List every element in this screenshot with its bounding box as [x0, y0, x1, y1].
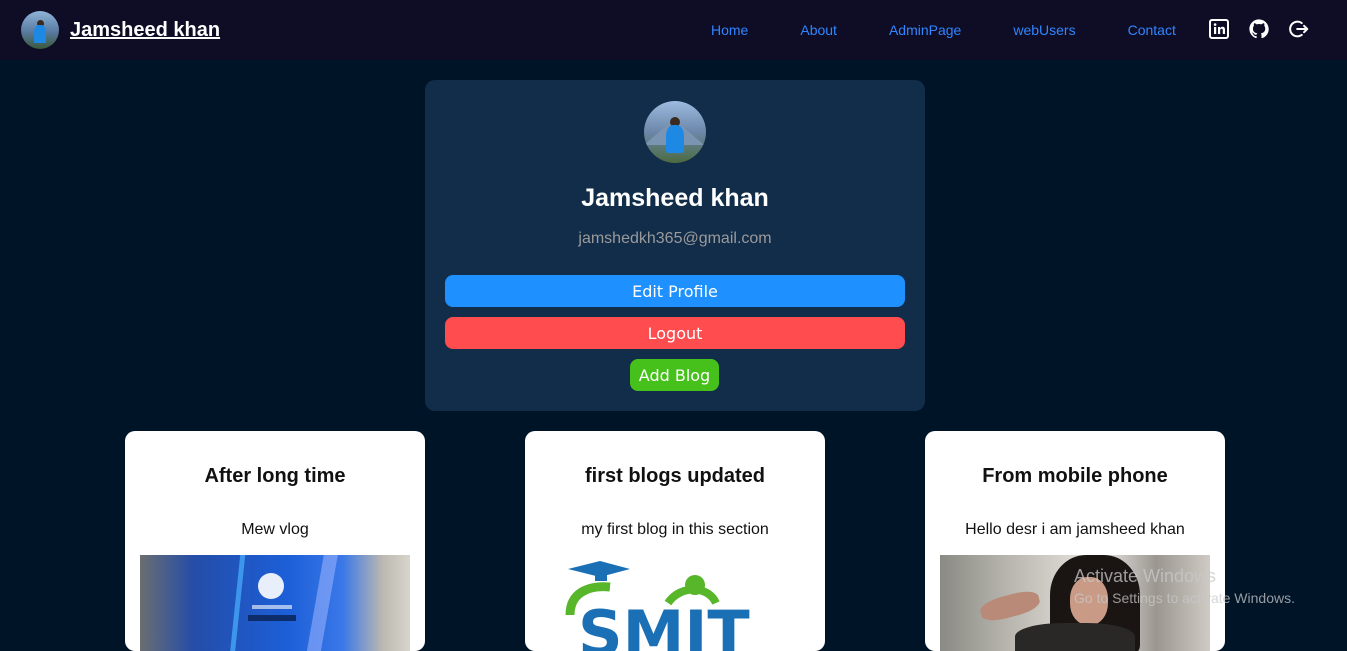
smit-logo-text: SMIT	[578, 597, 750, 651]
blog-card[interactable]: After long time Mew vlog	[125, 431, 425, 651]
nav-link-adminpage[interactable]: AdminPage	[889, 22, 961, 38]
github-icon[interactable]	[1248, 18, 1270, 40]
nav-link-contact[interactable]: Contact	[1128, 22, 1176, 38]
profile-name: Jamsheed khan	[581, 184, 769, 212]
nav-link-home[interactable]: Home	[711, 22, 748, 38]
windows-activation-watermark-subtitle: Go to Settings to activate Windows.	[1074, 590, 1295, 606]
logout-icon[interactable]	[1288, 18, 1310, 40]
blog-title: After long time	[204, 465, 346, 487]
nav-link-about[interactable]: About	[800, 22, 837, 38]
blog-description: my first blog in this section	[581, 521, 769, 538]
smit-logo: SMIT	[565, 561, 750, 651]
edit-profile-button[interactable]: Edit Profile	[445, 275, 905, 307]
blog-card[interactable]: first blogs updated my first blog in thi…	[525, 431, 825, 651]
brand[interactable]: Jamsheed khan	[21, 11, 220, 49]
logout-button[interactable]: Logout	[445, 317, 905, 349]
nav-icons	[1208, 18, 1328, 40]
brand-name[interactable]: Jamsheed khan	[70, 19, 220, 42]
blog-image: SMIT	[540, 555, 810, 651]
blog-image	[140, 555, 410, 651]
profile-email: jamshedkh365@gmail.com	[578, 230, 772, 247]
profile-card: Jamsheed khan jamshedkh365@gmail.com Edi…	[425, 80, 925, 411]
blog-description: Hello desr i am jamsheed khan	[965, 521, 1185, 538]
blog-title: From mobile phone	[982, 465, 1168, 487]
brand-avatar	[21, 11, 59, 49]
windows-activation-watermark-title: Activate Windows	[1074, 566, 1217, 586]
add-blog-button[interactable]: Add Blog	[630, 359, 719, 391]
blog-description: Mew vlog	[241, 521, 309, 538]
blog-card[interactable]: From mobile phone Hello desr i am jamshe…	[925, 431, 1225, 651]
profile-avatar	[644, 101, 706, 163]
blog-title: first blogs updated	[585, 465, 765, 487]
nav-link-webusers[interactable]: webUsers	[1013, 22, 1075, 38]
navbar: Jamsheed khan Home About AdminPage webUs…	[0, 0, 1347, 60]
linkedin-icon[interactable]	[1208, 18, 1230, 40]
nav-links: Home About AdminPage webUsers Contact	[711, 0, 1228, 60]
